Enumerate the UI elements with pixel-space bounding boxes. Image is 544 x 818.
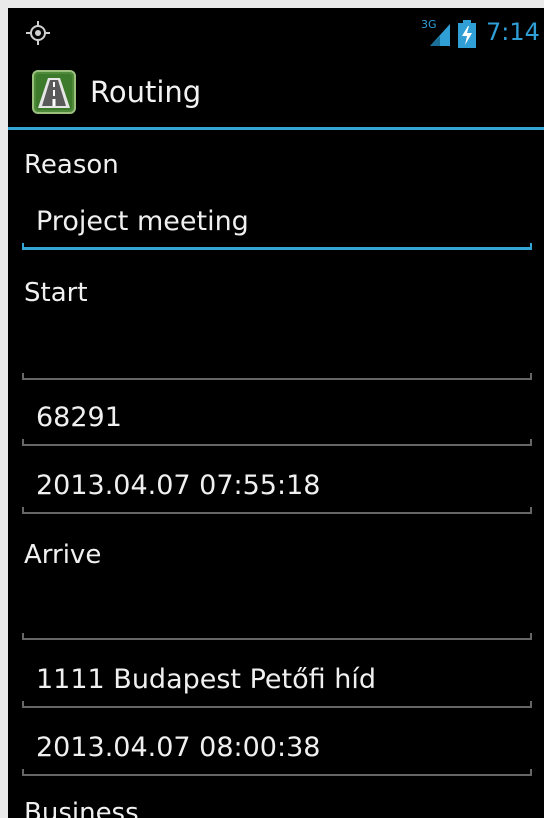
- arrive-time-input[interactable]: 2013.04.07 08:00:38: [22, 724, 532, 780]
- input-tick-right: [530, 373, 532, 380]
- input-underline: [22, 512, 532, 514]
- reason-label: Reason: [24, 150, 119, 180]
- input-underline: [22, 247, 532, 250]
- action-bar: Routing: [8, 58, 544, 130]
- arrive-address-value: 1111 Budapest Petőfi híd: [36, 664, 376, 695]
- highway-road-icon[interactable]: [32, 70, 76, 114]
- input-underline: [22, 706, 532, 708]
- input-tick-left: [22, 243, 24, 250]
- input-tick-right: [530, 701, 532, 708]
- reason-value: Project meeting: [36, 206, 249, 237]
- app-screen: 3G 7:14 Routing Reason Project meeting S…: [0, 0, 544, 818]
- input-tick-left: [22, 439, 24, 446]
- status-clock: 7:14: [486, 18, 540, 46]
- arrive-time-value: 2013.04.07 08:00:38: [36, 732, 321, 763]
- page-title: Routing: [90, 75, 202, 109]
- arrive-address-input[interactable]: 1111 Budapest Petőfi híd: [22, 656, 532, 712]
- input-underline: [22, 774, 532, 776]
- reason-input[interactable]: Project meeting: [22, 198, 532, 254]
- arrive-label: Arrive: [24, 540, 102, 570]
- status-bar: 3G 7:14: [8, 8, 544, 58]
- start-code-input[interactable]: 68291: [22, 394, 532, 450]
- input-tick-left: [22, 701, 24, 708]
- business-label: Business: [24, 798, 139, 818]
- start-name-input[interactable]: [22, 328, 532, 384]
- start-time-value: 2013.04.07 07:55:18: [36, 470, 321, 501]
- cell-signal-icon: [430, 24, 450, 46]
- input-underline: [22, 638, 532, 640]
- battery-charging-icon: [458, 20, 476, 48]
- input-underline: [22, 444, 532, 446]
- input-tick-left: [22, 633, 24, 640]
- input-tick-right: [530, 439, 532, 446]
- start-time-input[interactable]: 2013.04.07 07:55:18: [22, 462, 532, 518]
- input-tick-right: [530, 633, 532, 640]
- start-label: Start: [24, 278, 88, 308]
- input-tick-left: [22, 769, 24, 776]
- arrive-name-input[interactable]: [22, 588, 532, 644]
- input-tick-left: [22, 373, 24, 380]
- input-tick-left: [22, 507, 24, 514]
- input-underline: [22, 378, 532, 380]
- input-tick-right: [530, 507, 532, 514]
- input-tick-right: [530, 769, 532, 776]
- gps-icon: [26, 21, 50, 45]
- input-tick-right: [530, 243, 532, 250]
- start-code-value: 68291: [36, 402, 122, 433]
